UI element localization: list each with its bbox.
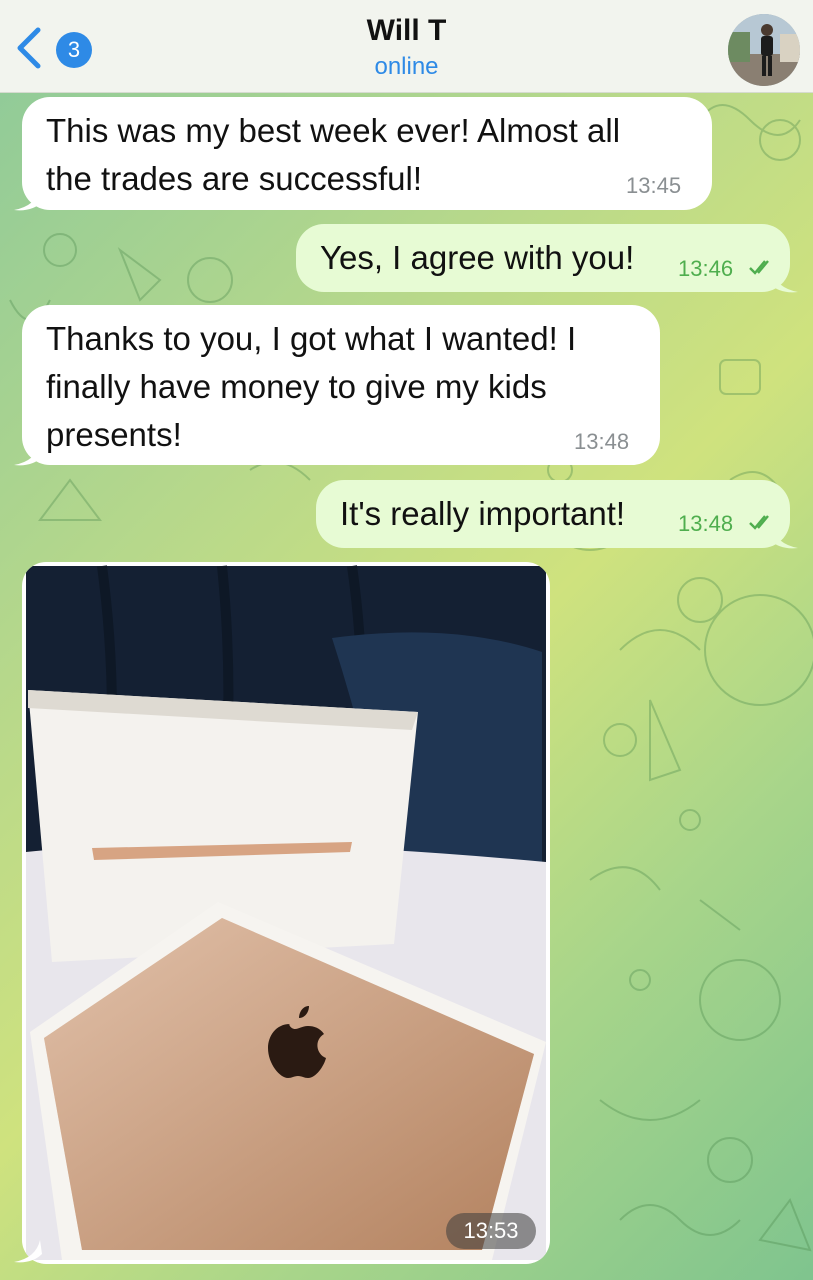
bubble-tail bbox=[770, 270, 798, 293]
message-text: It's really important! bbox=[340, 495, 626, 532]
avatar[interactable] bbox=[728, 14, 800, 86]
contact-avatar-photo bbox=[728, 14, 800, 86]
message-time: 13:45 bbox=[626, 173, 682, 198]
message-time: 13:46 bbox=[678, 256, 734, 281]
message-bubble-incoming[interactable]: Thanks to you, I got what I wanted! I fi… bbox=[22, 305, 660, 465]
message-text: Yes, I agree with you! bbox=[320, 239, 635, 276]
photo-message[interactable] bbox=[22, 562, 550, 1264]
bubble-tail bbox=[14, 1240, 42, 1263]
message-bubble-outgoing[interactable]: It's really important! 13:48 bbox=[316, 480, 790, 548]
photo-time: 13:53 bbox=[446, 1213, 536, 1249]
message-text: Thanks to you, I got what I wanted! I fi… bbox=[46, 320, 577, 453]
bubble-tail bbox=[14, 188, 42, 211]
message-time: 13:48 bbox=[574, 429, 630, 454]
laptop-in-box-photo bbox=[26, 565, 546, 1260]
contact-status: online bbox=[374, 53, 439, 80]
bubble-tail bbox=[770, 526, 798, 549]
message-time: 13:48 bbox=[678, 511, 734, 536]
chat-header: 3 Will T online bbox=[0, 0, 813, 93]
message-bubble-incoming[interactable]: This was my best week ever! Almost all t… bbox=[22, 97, 712, 210]
contact-name[interactable]: Will T bbox=[0, 14, 813, 48]
bubble-tail bbox=[14, 443, 42, 466]
message-text: This was my best week ever! Almost all t… bbox=[46, 112, 621, 197]
message-bubble-outgoing[interactable]: Yes, I agree with you! 13:46 bbox=[296, 224, 790, 292]
